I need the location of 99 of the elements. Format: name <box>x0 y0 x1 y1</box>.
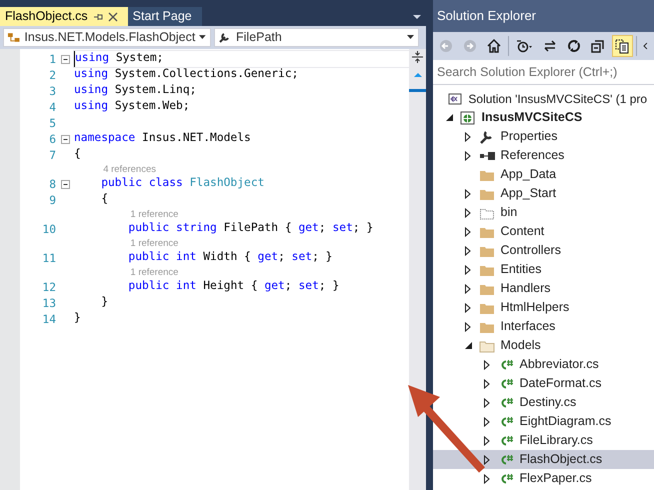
code-line: public int Height { get; set; } <box>127 279 340 294</box>
caret-icon <box>199 35 207 40</box>
expand-icon[interactable] <box>465 322 471 332</box>
line-number: 5 <box>48 116 57 130</box>
line-number: 6 <box>48 132 57 146</box>
tree-item[interactable]: FlexPaper.cs <box>433 469 654 488</box>
expand-icon[interactable] <box>465 188 471 199</box>
expand-icon[interactable] <box>465 302 471 313</box>
clock-icon <box>516 38 533 54</box>
forward-icon <box>462 38 478 54</box>
tree-item[interactable]: References <box>433 146 654 166</box>
expand-icon[interactable] <box>465 284 471 294</box>
caret-marker <box>409 89 426 92</box>
back-icon <box>438 38 454 54</box>
tree-item[interactable]: Destiny.cs <box>433 393 654 412</box>
expand-icon[interactable] <box>484 416 490 427</box>
expand-icon[interactable] <box>465 150 471 161</box>
code-line: } <box>74 311 82 326</box>
line-number: 2 <box>48 68 57 82</box>
expand-icon[interactable] <box>465 246 471 256</box>
home-icon <box>486 38 502 54</box>
line-number: 11 <box>41 252 57 264</box>
tree-item[interactable]: HtmlHelpers <box>433 298 654 318</box>
collapse-icon[interactable] <box>61 135 70 144</box>
line-number: 8 <box>48 178 57 190</box>
line-number: 10 <box>41 222 57 236</box>
navigation-dropdown[interactable]: Insus.NET.Models.FlashObject <box>3 28 211 47</box>
tree-item[interactable]: DateFormat.cs <box>433 374 654 394</box>
refresh-icon <box>566 38 582 54</box>
tree-item[interactable]: Handlers <box>433 279 654 298</box>
tree-item[interactable]: Models <box>433 336 654 356</box>
code-line: { <box>74 147 82 162</box>
solution-icon <box>447 90 463 107</box>
pin-icon <box>92 12 103 22</box>
expand-icon[interactable] <box>484 474 490 484</box>
code-line: using System.Web; <box>74 99 191 114</box>
wrench-icon <box>479 128 495 145</box>
line-number: 12 <box>41 280 57 294</box>
tree-item[interactable]: App_Start <box>433 184 654 204</box>
code-line: namespace Insus.NET.Models <box>74 131 252 146</box>
documents-icon <box>614 38 630 54</box>
document-tab[interactable]: FlashObject.cs <box>0 7 128 26</box>
tree-item[interactable]: bin <box>433 203 654 222</box>
tree-item[interactable]: App_Data <box>433 165 654 184</box>
expand-icon[interactable] <box>484 436 490 446</box>
line-number: 3 <box>48 84 57 98</box>
line-number: 13 <box>41 296 57 310</box>
tree-item[interactable]: Content <box>433 222 654 242</box>
expand-icon[interactable] <box>484 454 490 465</box>
tree-item[interactable]: InsusMVCSiteCS <box>433 108 654 128</box>
tree-item[interactable]: EightDiagram.cs <box>433 412 654 432</box>
line-number: 14 <box>41 312 57 326</box>
close-icon[interactable] <box>108 12 118 22</box>
navigation-dropdown[interactable]: FilePath <box>214 28 419 47</box>
tree-item[interactable]: Entities <box>433 260 654 280</box>
tree-item[interactable]: FileLibrary.cs <box>433 431 654 450</box>
line-number: 7 <box>48 148 57 162</box>
class-icon <box>7 31 20 44</box>
expanded-icon[interactable] <box>464 341 472 350</box>
code-line: public string FilePath { get; set; } <box>127 221 374 236</box>
expand-icon[interactable] <box>465 132 471 142</box>
caret-icon <box>407 35 415 40</box>
scroll-up-icon[interactable] <box>412 71 422 79</box>
sync-icon <box>542 38 558 54</box>
tab-label: FlashObject.cs <box>5 8 88 26</box>
tab-label: Start Page <box>132 8 192 26</box>
code-line: using System.Collections.Generic; <box>74 67 300 82</box>
tree-item[interactable]: Properties <box>433 127 654 146</box>
dropdown-icon[interactable] <box>412 14 422 20</box>
code-line: { <box>100 192 110 207</box>
expand-icon[interactable] <box>484 398 490 408</box>
panel-title: Solution Explorer <box>433 0 654 32</box>
tree-item[interactable]: Interfaces <box>433 317 654 336</box>
expand-icon[interactable] <box>465 264 471 275</box>
collapse-icon[interactable] <box>61 180 70 189</box>
toolbar-button[interactable] <box>612 34 633 56</box>
expand-icon[interactable] <box>484 378 490 389</box>
tree-item[interactable]: FlashObject.cs <box>433 450 654 470</box>
line-number: 1 <box>48 52 57 66</box>
code-line: public class FlashObject <box>100 176 266 191</box>
tree-item[interactable]: Solution 'InsusMVCSiteCS' (1 pro <box>433 89 654 108</box>
web-project-icon <box>460 110 476 126</box>
tree-item[interactable]: Abbreviator.cs <box>433 355 654 374</box>
code-line: public int Width { get; set; } <box>127 250 334 265</box>
split-icon[interactable] <box>411 49 424 65</box>
windows-icon <box>590 38 606 54</box>
expand-icon[interactable] <box>465 208 471 218</box>
document-tab[interactable]: Start Page <box>128 7 202 26</box>
code-line: using System; <box>74 51 409 67</box>
collapse-icon[interactable] <box>61 55 70 64</box>
vertical-scrollbar[interactable] <box>409 49 426 490</box>
code-line: using System.Linq; <box>74 83 198 98</box>
code-line: } <box>100 295 110 310</box>
tree-item[interactable]: Controllers <box>433 241 654 260</box>
line-number: 9 <box>48 194 57 206</box>
expand-icon[interactable] <box>484 360 490 370</box>
expanded-icon[interactable] <box>444 113 454 122</box>
expand-icon[interactable] <box>465 226 471 237</box>
line-number: 4 <box>48 100 57 114</box>
